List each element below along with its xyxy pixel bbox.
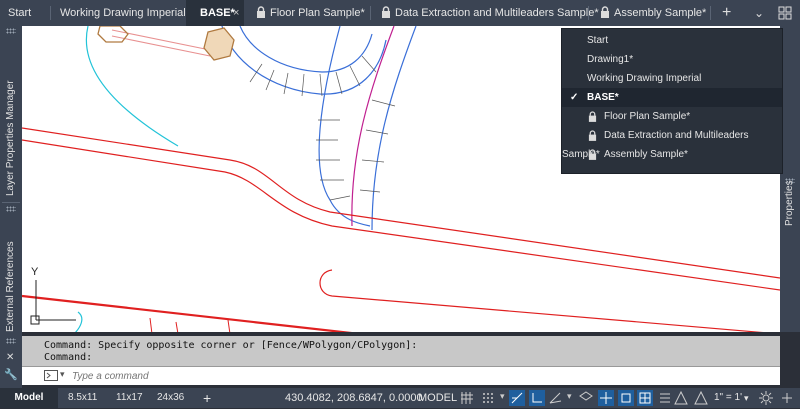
menu-item-assembly-sample[interactable]: Assembly Sample*: [562, 145, 782, 164]
transparency-icon[interactable]: [637, 390, 653, 406]
menu-item-data-extraction[interactable]: Data Extraction and Multileaders Sample*: [562, 126, 782, 160]
menu-item-drawing1[interactable]: Drawing1*: [562, 50, 782, 69]
command-history: Command: Specify opposite corner or [Fen…: [22, 336, 780, 366]
chevron-down-icon[interactable]: ▾: [563, 390, 579, 406]
layout-tab-model[interactable]: Model: [0, 388, 58, 408]
command-history-line: Command:: [44, 352, 93, 363]
file-tab-dropdown-menu: Start Drawing1* Working Drawing Imperial…: [561, 28, 783, 174]
annotation-scale-value[interactable]: 1" = 1': [714, 388, 742, 408]
tab-data-extraction[interactable]: Data Extraction and Multileaders Sample*: [381, 0, 599, 26]
add-layout-button[interactable]: +: [203, 388, 211, 408]
annotation-visibility-icon[interactable]: [673, 390, 689, 406]
object-snap-icon[interactable]: [618, 390, 634, 406]
infer-constraints-icon[interactable]: [509, 390, 525, 406]
tab-label: Working Drawing Imperial: [60, 7, 186, 19]
command-input[interactable]: [70, 368, 764, 385]
right-palette-bar: Properties: [780, 26, 800, 332]
new-tab-button[interactable]: +: [722, 0, 731, 26]
command-line-strip: ✕ 🔧: [0, 332, 22, 388]
menu-item-floor-plan-sample[interactable]: Floor Plan Sample*: [562, 107, 782, 126]
close-icon[interactable]: ×: [233, 0, 239, 26]
menu-item-base[interactable]: ✓ BASE*: [562, 88, 782, 107]
grid-icon[interactable]: [459, 390, 475, 406]
tab-start[interactable]: Start: [8, 0, 31, 26]
command-input-row: ▾: [22, 366, 780, 385]
wrench-icon[interactable]: 🔧: [4, 368, 18, 381]
annotation-scale-icon[interactable]: [693, 390, 709, 406]
layout-tab-11x17[interactable]: 11x17: [116, 388, 143, 408]
left-palette-bar: Layer Properties Manager External Refere…: [0, 26, 22, 332]
polar-tracking-icon[interactable]: [547, 390, 563, 406]
command-prompt-icon[interactable]: [44, 370, 58, 381]
menu-item-start[interactable]: Start: [562, 31, 782, 50]
isometric-icon[interactable]: [578, 390, 594, 406]
lock-icon: [588, 111, 597, 122]
tab-label: Assembly Sample*: [614, 7, 707, 19]
tab-working-drawing-imperial[interactable]: Working Drawing Imperial: [60, 0, 186, 26]
grid-view-icon[interactable]: [778, 6, 792, 20]
lock-icon: [382, 6, 390, 18]
model-space-button[interactable]: MODEL: [418, 388, 457, 408]
menu-item-working-drawing-imperial[interactable]: Working Drawing Imperial: [562, 69, 782, 88]
status-bar: Model 8.5x11 11x17 24x36 + 430.4082, 208…: [0, 388, 800, 408]
tab-label: Data Extraction and Multileaders Sample*: [395, 7, 599, 19]
layout-tab-24x36[interactable]: 24x36: [157, 388, 184, 408]
selection-cycling-icon[interactable]: [657, 390, 673, 406]
layout-tab-8-5x11[interactable]: 8.5x11: [68, 388, 97, 408]
ucs-y-label: Y: [31, 266, 39, 278]
tab-base[interactable]: BASE* ×: [186, 0, 244, 26]
gear-icon[interactable]: [758, 390, 774, 406]
close-icon[interactable]: ✕: [6, 352, 14, 363]
tab-label: Floor Plan Sample*: [270, 7, 365, 19]
tab-assembly-sample[interactable]: Assembly Sample*: [600, 0, 706, 26]
file-tab-bar: Start Working Drawing Imperial BASE* × F…: [0, 0, 800, 26]
snap-icon[interactable]: [480, 390, 496, 406]
object-snap-tracking-icon[interactable]: [598, 390, 614, 406]
lock-icon: [588, 130, 597, 141]
lock-icon: [257, 6, 265, 18]
checkmark-icon: ✓: [570, 92, 579, 103]
plus-icon[interactable]: [779, 390, 795, 406]
chevron-down-icon[interactable]: ▾: [60, 369, 65, 380]
command-history-line: Command: Specify opposite corner or [Fen…: [44, 340, 418, 351]
cursor-coordinates[interactable]: 430.4082, 208.6847, 0.0000: [285, 388, 423, 408]
tab-label: BASE*: [200, 7, 235, 19]
tab-menu-chevron-icon[interactable]: ⌄: [754, 0, 764, 26]
tab-label: Start: [8, 7, 32, 19]
lock-icon: [588, 149, 597, 160]
lock-icon: [601, 6, 609, 18]
properties-tab[interactable]: Properties: [784, 180, 795, 226]
layer-properties-manager-tab[interactable]: Layer Properties Manager: [5, 80, 16, 196]
external-references-tab[interactable]: External References: [5, 241, 16, 332]
tab-floor-plan-sample[interactable]: Floor Plan Sample*: [256, 0, 365, 26]
chevron-down-icon[interactable]: ▾: [744, 388, 749, 408]
ortho-icon[interactable]: [529, 390, 545, 406]
